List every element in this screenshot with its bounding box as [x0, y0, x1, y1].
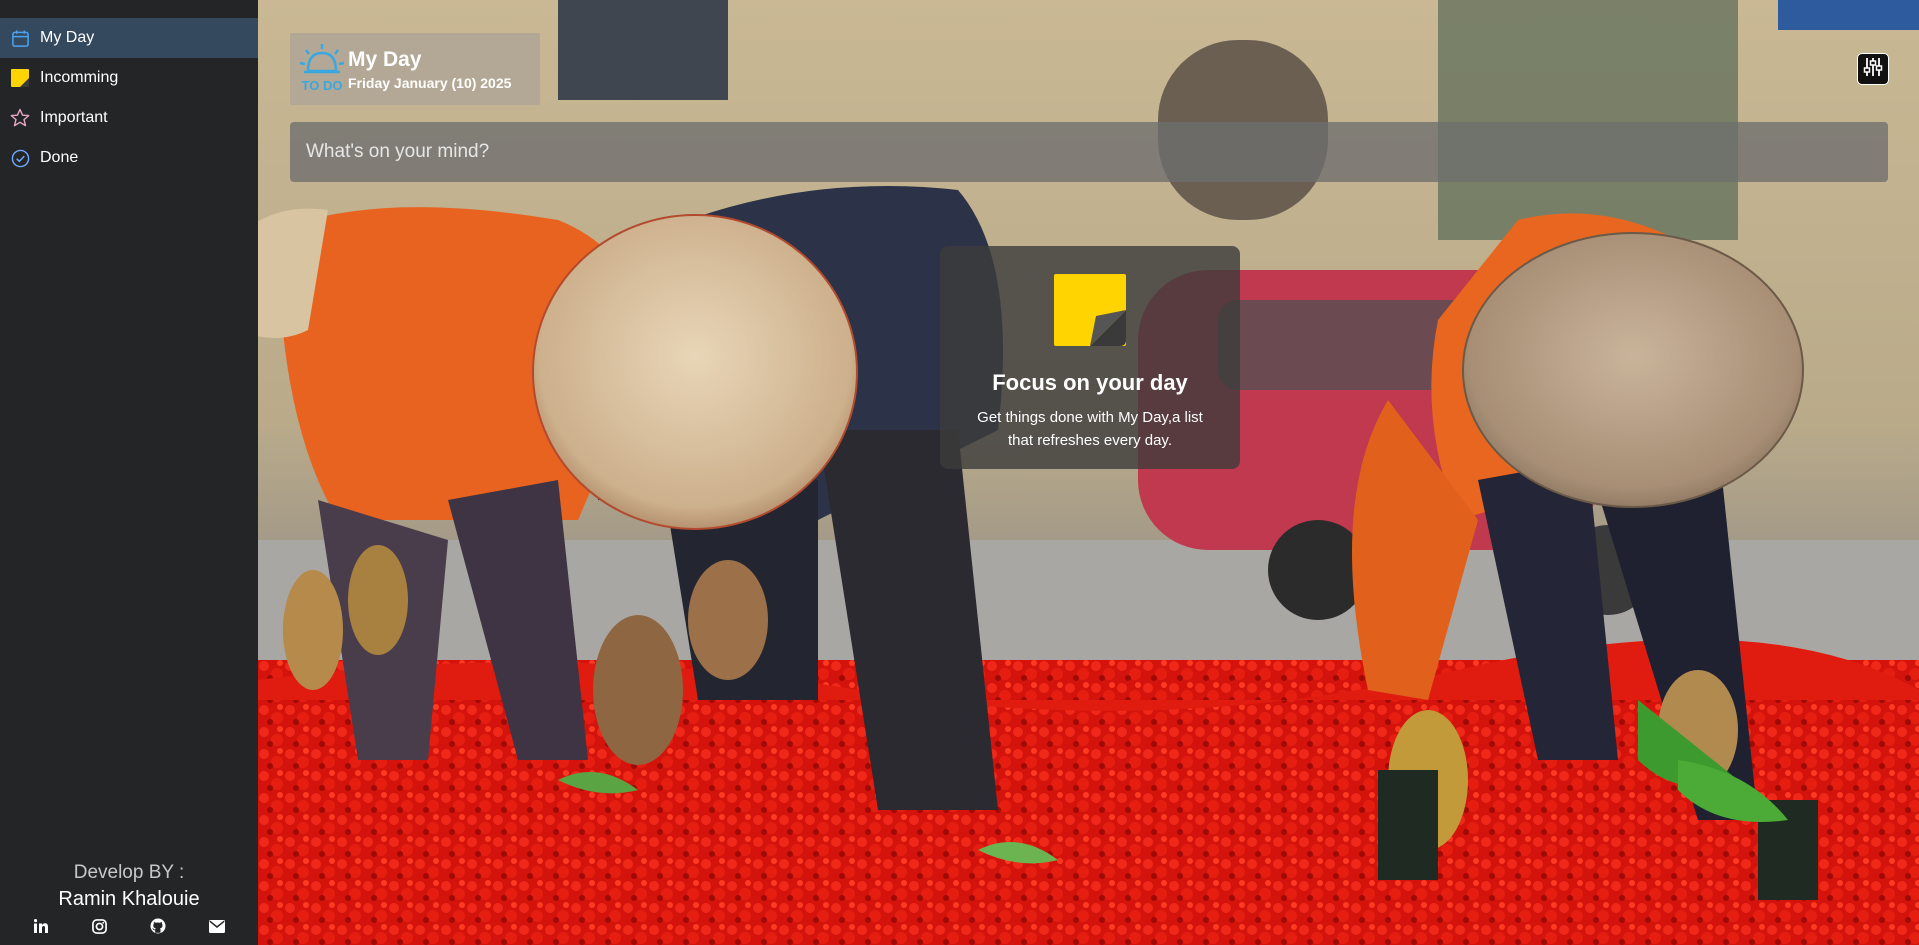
todo-logo: TO DO	[296, 41, 348, 97]
sidebar-item-label: Done	[40, 149, 79, 166]
sidebar-item-important[interactable]: Important	[0, 98, 258, 138]
calendar-icon	[10, 28, 30, 48]
sticky-note-icon	[1054, 274, 1126, 346]
empty-state-card: Focus on your day Get things done with M…	[940, 246, 1240, 469]
main-panel: TO DO My Day Friday January (10) 2025 Wh…	[258, 0, 1919, 945]
dev-name: Ramin Khalouie	[58, 888, 200, 910]
sidebar: My Day Incomming Important Done Develop …	[0, 0, 258, 945]
empty-state-description: Get things done with My Day,a list that …	[977, 409, 1203, 449]
check-circle-icon	[10, 148, 30, 168]
sliders-icon	[1862, 56, 1884, 83]
theme-settings-button[interactable]	[1857, 53, 1889, 85]
page-date: Friday January (10) 2025	[348, 74, 512, 91]
sidebar-item-incomming[interactable]: Incomming	[0, 58, 258, 98]
email-icon[interactable]	[208, 917, 226, 935]
dev-label: Develop BY :	[73, 862, 185, 883]
sticky-note-icon	[10, 68, 30, 88]
sidebar-item-my-day[interactable]: My Day	[0, 18, 258, 58]
sidebar-item-label: Important	[40, 109, 108, 126]
sidebar-nav: My Day Incomming Important Done	[0, 0, 258, 178]
star-icon	[10, 108, 30, 128]
developer-credits: Develop BY : Ramin Khalouie	[0, 862, 258, 945]
social-links	[0, 917, 258, 935]
page-header: TO DO My Day Friday January (10) 2025	[290, 33, 540, 105]
instagram-icon[interactable]	[91, 917, 109, 935]
logo-text: TO DO	[302, 78, 343, 93]
sidebar-item-label: My Day	[40, 29, 95, 46]
sidebar-item-done[interactable]: Done	[0, 138, 258, 178]
linkedin-icon[interactable]	[32, 917, 50, 935]
page-title: My Day	[348, 47, 422, 71]
header-text: My Day Friday January (10) 2025	[348, 48, 511, 91]
github-icon[interactable]	[149, 917, 167, 935]
sidebar-item-label: Incomming	[40, 69, 119, 86]
new-task-input[interactable]	[290, 122, 1888, 182]
empty-state-title: Focus on your day	[992, 370, 1188, 395]
